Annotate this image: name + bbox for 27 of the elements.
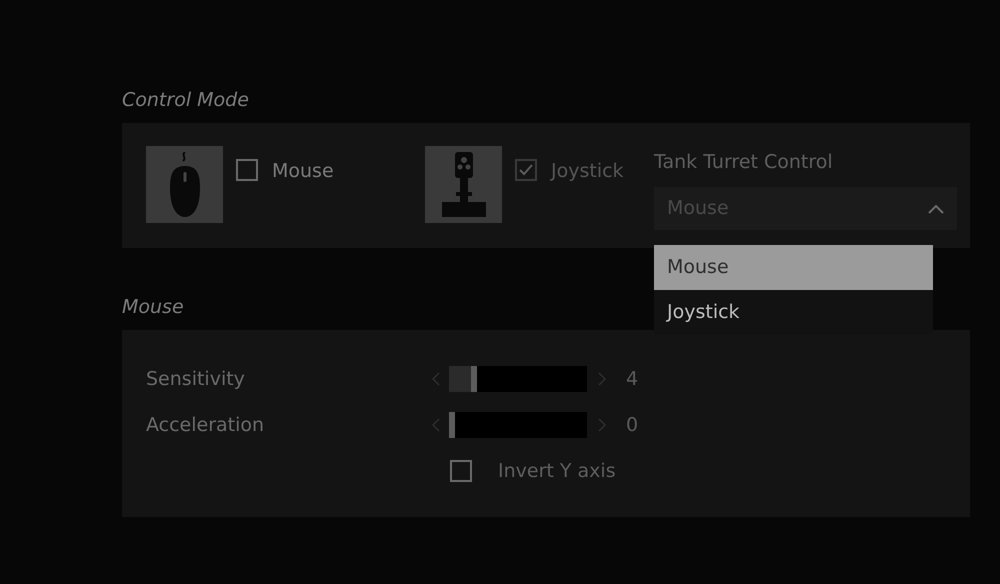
slider-value: 4 (626, 366, 638, 392)
caret-up-icon (928, 204, 944, 214)
checkbox-label: Joystick (551, 159, 624, 184)
slider-thumb[interactable] (449, 412, 455, 438)
chevron-right-icon[interactable] (598, 372, 606, 386)
dropdown-option[interactable]: Mouse (654, 245, 933, 290)
joystick-icon (440, 152, 486, 218)
dropdown-label: Tank Turret Control (654, 150, 834, 175)
check-icon (518, 162, 534, 178)
checkbox[interactable] (450, 460, 472, 482)
section-title: Mouse (122, 295, 184, 320)
chevron-left-icon[interactable] (432, 372, 440, 386)
checkbox[interactable] (236, 159, 258, 181)
mouse-icon (168, 152, 200, 218)
slider-label: Sensitivity (146, 366, 246, 392)
chevron-left-icon[interactable] (432, 418, 440, 432)
slider-label: Acceleration (146, 412, 266, 438)
device-tile[interactable] (425, 146, 502, 223)
slider-track[interactable] (449, 366, 587, 392)
slider-track[interactable] (449, 412, 587, 438)
chevron-right-icon[interactable] (598, 418, 606, 432)
slider-thumb[interactable] (471, 366, 478, 392)
section-title: Control Mode (122, 88, 250, 113)
checkbox-label: Invert Y axis (498, 459, 616, 484)
device-tile[interactable] (146, 146, 223, 223)
checkbox-label: Mouse (272, 159, 334, 184)
slider-value: 0 (626, 412, 638, 438)
